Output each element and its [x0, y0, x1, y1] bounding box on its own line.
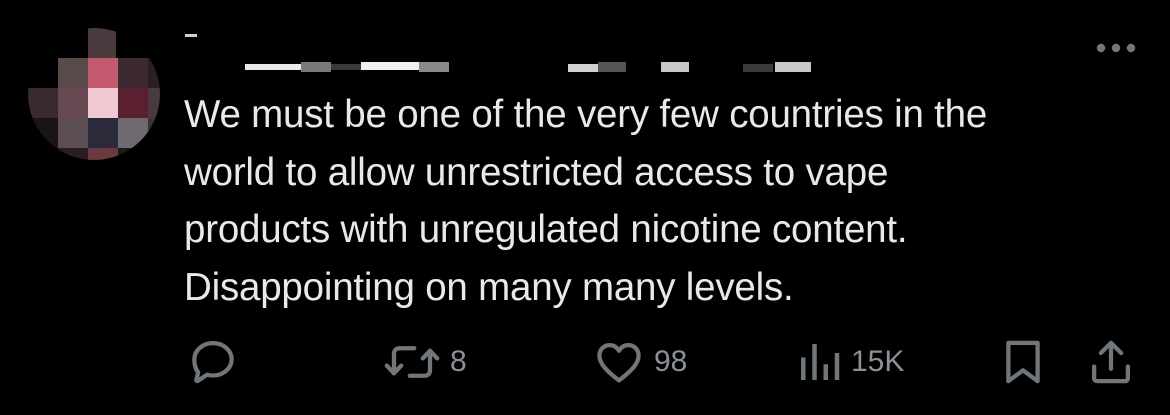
tweet-text-line: We must be one of the very few countries…: [184, 93, 988, 136]
retweet-icon: [384, 346, 440, 378]
heart-icon: [597, 342, 641, 383]
more-options-button[interactable]: [1093, 36, 1139, 60]
redaction-bars: [185, 34, 811, 72]
reply-button[interactable]: [186, 330, 240, 394]
tweet-text-line: world to allow unrestricted access to va…: [184, 150, 889, 194]
tweet-text-line: Disappointing on many many levels.: [184, 265, 794, 309]
views-button[interactable]: 15K: [795, 330, 904, 394]
views-count: 15K: [851, 345, 905, 378]
tweet-text-line: products with unregulated nicotine conte…: [184, 208, 908, 251]
more-dots-icon: [1096, 43, 1136, 53]
tweet-text: We must be one of the very few countries…: [184, 86, 1154, 316]
avatar[interactable]: [28, 28, 160, 160]
action-bar: 8 98 15K: [0, 330, 1170, 400]
author-name-redacted[interactable]: [183, 30, 1063, 75]
bar-chart-icon: [801, 344, 840, 380]
bookmark-button[interactable]: [998, 330, 1048, 394]
share-icon: [1091, 340, 1131, 384]
pixelated-avatar-image: [28, 28, 160, 160]
like-button[interactable]: 98: [592, 330, 687, 394]
retweet-button[interactable]: 8: [382, 330, 467, 394]
like-count: 98: [654, 345, 688, 378]
retweet-count: 8: [450, 345, 467, 378]
tweet-card: We must be one of the very few countries…: [0, 0, 1170, 415]
bookmark-icon: [1006, 340, 1040, 384]
reply-icon: [192, 340, 234, 384]
share-button[interactable]: [1086, 330, 1136, 394]
